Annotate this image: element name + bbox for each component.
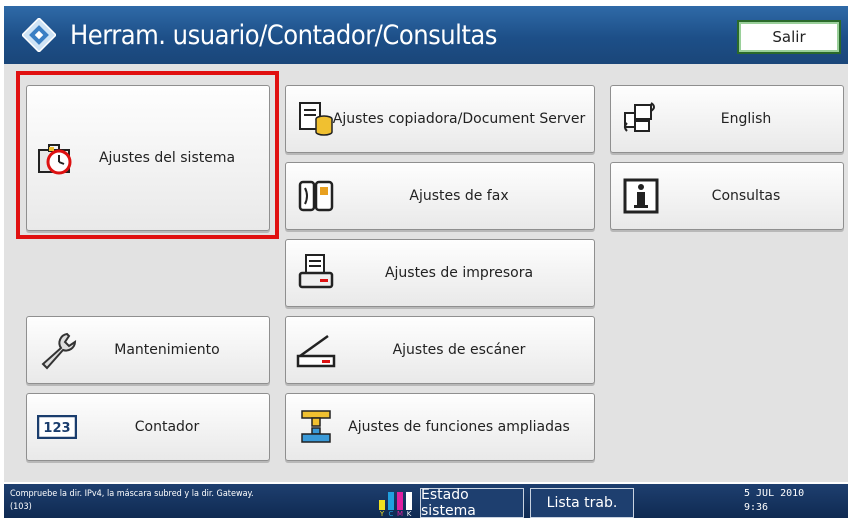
scanner-icon bbox=[296, 330, 336, 370]
toner-label-k: K bbox=[407, 510, 412, 516]
wrench-icon bbox=[37, 330, 77, 370]
status-bar: Compruebe la dir. IPv4, la máscara subre… bbox=[4, 484, 848, 518]
extended-features-button[interactable]: Ajustes de funciones ampliadas bbox=[285, 393, 595, 461]
counter-icon-text: 123 bbox=[43, 421, 70, 436]
status-message-line2: (103) bbox=[10, 502, 32, 512]
page-title: Herram. usuario/Contador/Consultas bbox=[70, 19, 497, 51]
status-message: Compruebe la dir. IPv4, la máscara subre… bbox=[10, 488, 350, 514]
maintenance-button[interactable]: Mantenimiento bbox=[26, 316, 270, 384]
screen: Herram. usuario/Contador/Consultas Salir… bbox=[0, 0, 852, 518]
date-time: 5 JUL 2010 9:36 bbox=[744, 487, 804, 515]
menu-panel: Ajustes del sistema Ajustes copiadora/Do… bbox=[4, 64, 848, 482]
english-button[interactable]: English bbox=[610, 85, 844, 153]
language-switch-icon bbox=[621, 99, 661, 139]
toolbox-clock-icon bbox=[35, 138, 75, 178]
info-icon bbox=[621, 176, 661, 216]
job-list-button[interactable]: Lista trab. bbox=[530, 488, 634, 518]
date-display: 5 JUL 2010 bbox=[744, 488, 805, 499]
time-display: 9:36 bbox=[744, 502, 769, 513]
system-status-button[interactable]: Estado sistema bbox=[420, 487, 524, 518]
scanner-settings-button[interactable]: Ajustes de escáner bbox=[285, 316, 595, 384]
extended-features-icon bbox=[296, 407, 336, 447]
printer-settings-button[interactable]: Ajustes de impresora bbox=[285, 239, 595, 307]
inquiry-button[interactable]: Consultas bbox=[610, 162, 844, 230]
toner-label-m: M bbox=[397, 510, 403, 516]
toner-level-icon: Y C M K bbox=[377, 490, 417, 518]
toner-label-y: Y bbox=[379, 510, 385, 516]
counter-button[interactable]: 123 Contador bbox=[26, 393, 270, 461]
toner-label-c: C bbox=[389, 510, 394, 516]
fax-settings-button[interactable]: Ajustes de fax bbox=[285, 162, 595, 230]
copier-settings-button[interactable]: Ajustes copiadora/Document Server bbox=[285, 85, 595, 153]
status-message-line1: Compruebe la dir. IPv4, la máscara subre… bbox=[10, 489, 254, 499]
copier-server-icon bbox=[296, 99, 336, 139]
counter-icon: 123 bbox=[36, 414, 78, 440]
fax-icon bbox=[296, 176, 336, 216]
system-settings-button[interactable]: Ajustes del sistema bbox=[26, 85, 270, 231]
title-bar: Herram. usuario/Contador/Consultas Salir bbox=[4, 6, 848, 64]
user-tools-icon bbox=[20, 16, 58, 54]
exit-button[interactable]: Salir bbox=[737, 20, 841, 54]
printer-icon bbox=[296, 253, 336, 293]
